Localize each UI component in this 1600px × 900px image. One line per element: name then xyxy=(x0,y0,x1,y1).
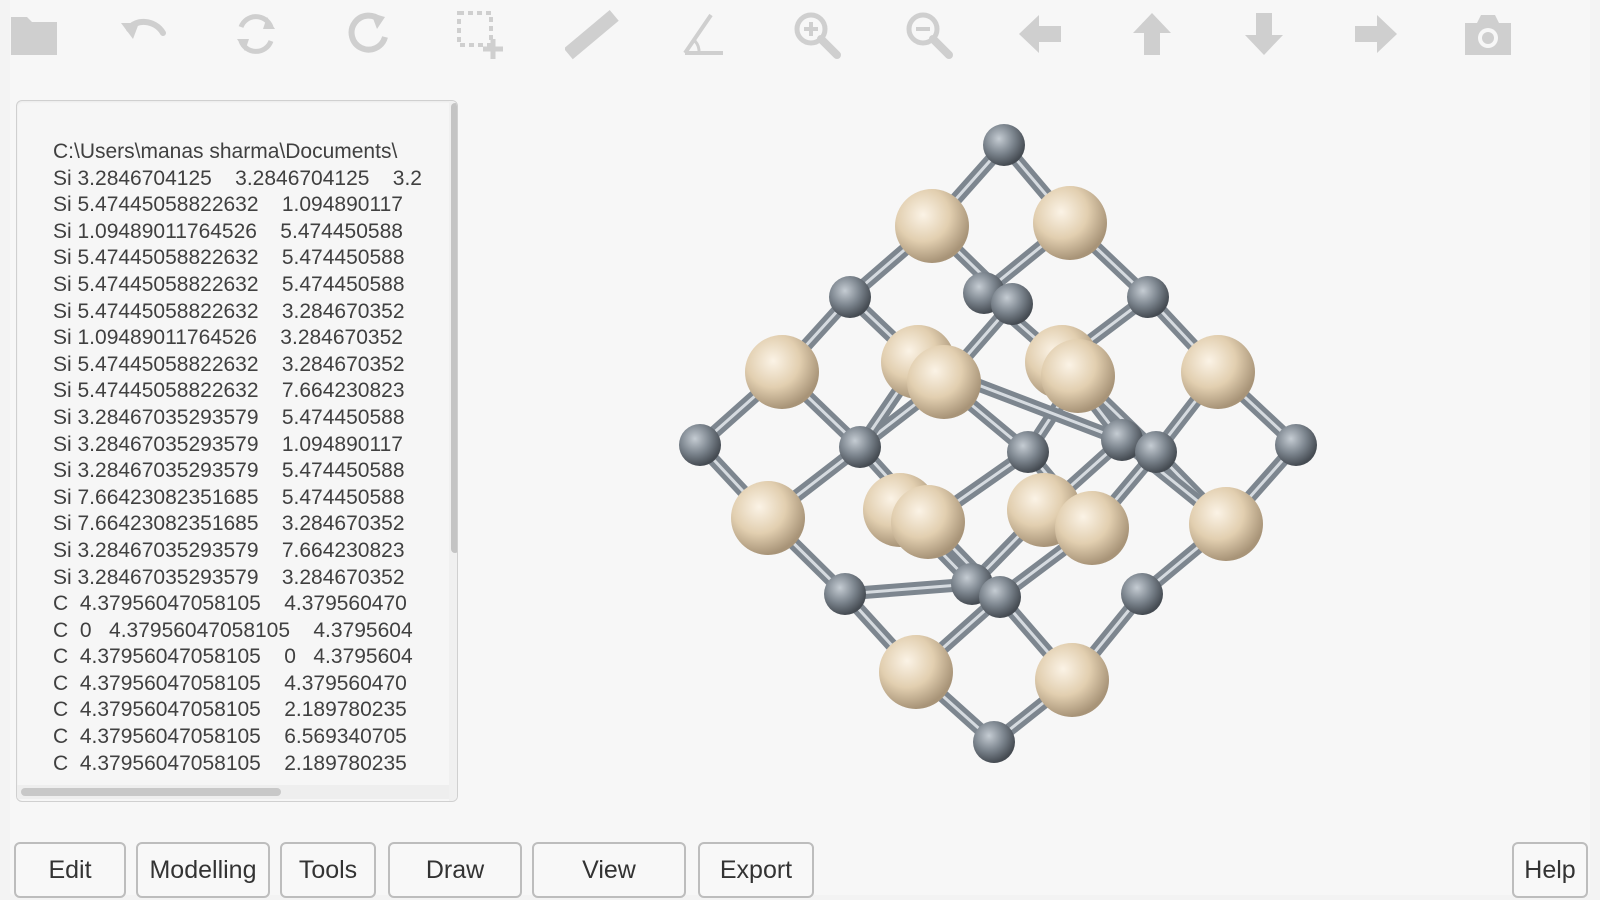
silicon-atom[interactable] xyxy=(895,189,969,263)
folder-icon xyxy=(11,17,57,55)
ruler-icon xyxy=(565,9,619,60)
file-line: Si 3.28467035293579 7.664230823 xyxy=(53,538,405,562)
file-line: C 4.37956047058105 2.189780235 xyxy=(53,751,407,775)
carbon-atom[interactable] xyxy=(1007,431,1049,473)
pan-down-button[interactable] xyxy=(1232,4,1296,64)
arrow-up-icon xyxy=(1133,13,1171,55)
file-line: Si 3.2846704125 3.2846704125 3.2 xyxy=(53,166,422,190)
select-icon xyxy=(457,11,503,59)
arrow-down-icon xyxy=(1245,13,1283,55)
horizontal-scroll-thumb[interactable] xyxy=(21,788,281,796)
draw-button[interactable]: Draw xyxy=(388,842,522,898)
carbon-atom[interactable] xyxy=(1135,431,1177,473)
silicon-atom[interactable] xyxy=(1189,487,1263,561)
file-line: Si 7.66423082351685 3.284670352 xyxy=(53,512,405,536)
undo-icon xyxy=(121,19,166,39)
vertical-scroll-thumb[interactable] xyxy=(451,103,457,553)
measure-angle-button[interactable] xyxy=(672,4,736,64)
file-line: Si 3.28467035293579 3.284670352 xyxy=(53,565,405,589)
pan-left-button[interactable] xyxy=(1008,4,1072,64)
silicon-atom[interactable] xyxy=(1033,186,1107,260)
horizontal-scrollbar[interactable] xyxy=(17,785,449,799)
silicon-atom[interactable] xyxy=(1041,339,1115,413)
file-line: C 4.37956047058105 4.379560470 xyxy=(53,592,407,616)
rotate-icon xyxy=(237,14,275,54)
undo-button[interactable] xyxy=(112,4,176,64)
silicon-atom[interactable] xyxy=(891,485,965,559)
file-content[interactable]: C:\Users\manas sharma\Documents\ Si 3.284… xyxy=(53,139,453,779)
file-text-panel[interactable]: C:\Users\manas sharma\Documents\ Si 3.284… xyxy=(16,100,458,802)
vertical-scrollbar[interactable] xyxy=(449,101,457,801)
carbon-atom[interactable] xyxy=(991,283,1033,325)
open-file-button[interactable] xyxy=(2,4,66,64)
arrow-right-icon xyxy=(1355,15,1397,53)
file-line: Si 7.66423082351685 5.474450588 xyxy=(53,485,405,509)
zoom-in-icon xyxy=(794,12,841,59)
screenshot-button[interactable] xyxy=(1456,4,1520,64)
camera-icon xyxy=(1465,15,1511,55)
molecule-viewer[interactable] xyxy=(600,100,1400,800)
carbon-atom[interactable] xyxy=(839,426,881,468)
select-button[interactable] xyxy=(448,4,512,64)
measure-distance-button[interactable] xyxy=(560,4,624,64)
rotate-button[interactable] xyxy=(224,4,288,64)
carbon-atom[interactable] xyxy=(1121,573,1163,615)
file-line: C 4.37956047058105 0 4.3795604 xyxy=(53,645,413,669)
edit-button[interactable]: Edit xyxy=(14,842,126,898)
zoom-out-button[interactable] xyxy=(896,4,960,64)
carbon-atom[interactable] xyxy=(824,573,866,615)
bond-group xyxy=(693,138,1303,749)
file-line: C 4.37956047058105 4.379560470 xyxy=(53,671,407,695)
export-button[interactable]: Export xyxy=(698,842,814,898)
zoom-out-icon xyxy=(906,12,953,59)
silicon-atom[interactable] xyxy=(1055,491,1129,565)
toolbar xyxy=(0,0,1600,70)
file-line: Si 5.47445058822632 1.094890117 xyxy=(53,193,403,217)
file-line: C 4.37956047058105 2.189780235 xyxy=(53,698,407,722)
silicon-atom[interactable] xyxy=(1035,643,1109,717)
file-line: Si 5.47445058822632 3.284670352 xyxy=(53,352,405,376)
carbon-atom[interactable] xyxy=(979,576,1021,618)
file-line: C:\Users\manas sharma\Documents\ xyxy=(53,140,398,163)
pan-right-button[interactable] xyxy=(1344,4,1408,64)
file-line: Si 3.28467035293579 1.094890117 xyxy=(53,432,403,456)
file-line: C 0 4.37956047058105 4.3795604 xyxy=(53,618,413,642)
file-line: Si 1.09489011764526 3.284670352 xyxy=(53,326,403,350)
silicon-atom[interactable] xyxy=(745,335,819,409)
file-line: Si 3.28467035293579 5.474450588 xyxy=(53,405,405,429)
file-line: Si 3.28467035293579 5.474450588 xyxy=(53,459,405,483)
arrow-left-icon xyxy=(1019,15,1061,53)
tools-button[interactable]: Tools xyxy=(280,842,376,898)
redo-icon xyxy=(348,12,388,53)
carbon-atom[interactable] xyxy=(983,124,1025,166)
carbon-atom[interactable] xyxy=(1127,276,1169,318)
file-line: Si 5.47445058822632 7.664230823 xyxy=(53,379,405,403)
carbon-atom[interactable] xyxy=(829,276,871,318)
carbon-atom[interactable] xyxy=(973,721,1015,763)
file-line: Si 5.47445058822632 5.474450588 xyxy=(53,246,405,270)
angle-icon xyxy=(683,13,723,55)
pan-up-button[interactable] xyxy=(1120,4,1184,64)
silicon-atom[interactable] xyxy=(879,635,953,709)
help-button[interactable]: Help xyxy=(1512,842,1588,898)
atom-group xyxy=(679,124,1317,763)
silicon-atom[interactable] xyxy=(907,345,981,419)
modelling-button[interactable]: Modelling xyxy=(136,842,270,898)
file-line: Si 5.47445058822632 3.284670352 xyxy=(53,299,405,323)
silicon-atom[interactable] xyxy=(1181,335,1255,409)
redo-button[interactable] xyxy=(336,4,400,64)
file-line: Si 1.09489011764526 5.474450588 xyxy=(53,219,403,243)
carbon-atom[interactable] xyxy=(1275,424,1317,466)
carbon-atom[interactable] xyxy=(679,424,721,466)
silicon-atom[interactable] xyxy=(731,481,805,555)
file-line: C 4.37956047058105 6.569340705 xyxy=(53,725,407,749)
zoom-in-button[interactable] xyxy=(784,4,848,64)
file-line: Si 5.47445058822632 5.474450588 xyxy=(53,272,405,296)
view-button[interactable]: View xyxy=(532,842,686,898)
